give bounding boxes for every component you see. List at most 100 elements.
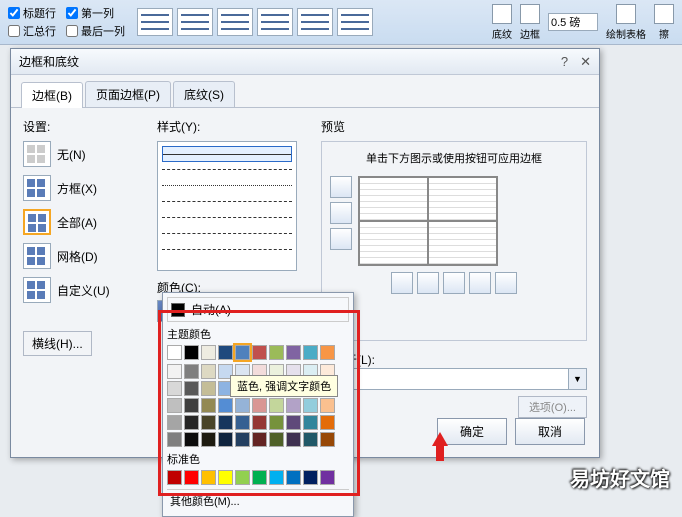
color-swatch[interactable] xyxy=(303,432,318,447)
color-swatch[interactable] xyxy=(252,415,267,430)
setting-box[interactable]: 方框(X) xyxy=(23,175,143,201)
color-swatch[interactable] xyxy=(286,345,301,360)
color-swatch[interactable] xyxy=(201,398,216,413)
style-thumb[interactable] xyxy=(177,8,213,36)
style-thumb[interactable] xyxy=(137,8,173,36)
color-swatch[interactable] xyxy=(252,470,267,485)
color-swatch[interactable] xyxy=(167,345,182,360)
color-swatch[interactable] xyxy=(201,432,216,447)
color-swatch[interactable] xyxy=(184,470,199,485)
style-thumb[interactable] xyxy=(257,8,293,36)
color-swatch[interactable] xyxy=(252,345,267,360)
border-hmiddle-button[interactable] xyxy=(330,202,352,224)
color-swatch[interactable] xyxy=(286,398,301,413)
color-swatch[interactable] xyxy=(201,381,216,396)
border-left-button[interactable] xyxy=(417,272,439,294)
apply-to-select[interactable]: 表格▼ xyxy=(321,368,587,390)
color-swatch[interactable] xyxy=(269,415,284,430)
check-header-row[interactable]: 标题行 xyxy=(8,5,56,21)
color-swatch[interactable] xyxy=(320,415,335,430)
more-colors-option[interactable]: 其他颜色(M)... xyxy=(167,489,349,512)
options-button[interactable]: 选项(O)... xyxy=(518,396,587,418)
pen-weight-input[interactable] xyxy=(548,13,598,31)
check-first-col[interactable]: 第一列 xyxy=(66,5,114,21)
style-thumb[interactable] xyxy=(297,8,333,36)
color-swatch[interactable] xyxy=(303,398,318,413)
check-total-row[interactable]: 汇总行 xyxy=(8,23,56,39)
color-swatch[interactable] xyxy=(320,432,335,447)
color-swatch[interactable] xyxy=(167,381,182,396)
color-swatch[interactable] xyxy=(167,398,182,413)
color-swatch[interactable] xyxy=(303,415,318,430)
border-bottom-button[interactable] xyxy=(330,228,352,250)
color-swatch[interactable] xyxy=(269,470,284,485)
color-swatch[interactable] xyxy=(320,470,335,485)
tab-borders[interactable]: 边框(B) xyxy=(21,82,83,108)
color-swatch[interactable] xyxy=(286,432,301,447)
border-diag1-button[interactable] xyxy=(391,272,413,294)
eraser-button[interactable]: 擦 xyxy=(654,4,674,41)
color-swatch[interactable] xyxy=(184,381,199,396)
draw-table-button[interactable]: 绘制表格 xyxy=(606,4,646,41)
color-swatch[interactable] xyxy=(320,398,335,413)
color-swatch[interactable] xyxy=(235,432,250,447)
color-swatch[interactable] xyxy=(252,398,267,413)
color-swatch[interactable] xyxy=(201,364,216,379)
color-swatch[interactable] xyxy=(167,364,182,379)
borders-button[interactable]: 边框 xyxy=(520,4,540,41)
color-swatch[interactable] xyxy=(184,345,199,360)
setting-none[interactable]: 无(N) xyxy=(23,141,143,167)
color-swatch[interactable] xyxy=(167,415,182,430)
help-icon[interactable]: ? xyxy=(561,54,568,70)
color-swatch[interactable] xyxy=(218,345,233,360)
color-swatch[interactable] xyxy=(167,470,182,485)
color-swatch[interactable] xyxy=(201,415,216,430)
color-swatch[interactable] xyxy=(235,398,250,413)
border-diag2-button[interactable] xyxy=(495,272,517,294)
check-last-col[interactable]: 最后一列 xyxy=(66,23,125,39)
color-swatch[interactable] xyxy=(320,345,335,360)
shading-button[interactable]: 底纹 xyxy=(492,4,512,41)
border-vmiddle-button[interactable] xyxy=(443,272,465,294)
color-swatch[interactable] xyxy=(286,470,301,485)
color-swatch[interactable] xyxy=(286,415,301,430)
color-swatch[interactable] xyxy=(303,345,318,360)
color-swatch[interactable] xyxy=(201,345,216,360)
color-swatch[interactable] xyxy=(201,470,216,485)
color-swatch[interactable] xyxy=(269,398,284,413)
color-swatch[interactable] xyxy=(269,345,284,360)
color-swatch[interactable] xyxy=(218,398,233,413)
style-listbox[interactable] xyxy=(157,141,297,271)
close-icon[interactable]: ✕ xyxy=(580,54,591,70)
setting-grid[interactable]: 网格(D) xyxy=(23,243,143,269)
cancel-button[interactable]: 取消 xyxy=(515,418,585,445)
hline-button[interactable]: 横线(H)... xyxy=(23,331,92,356)
style-thumb[interactable] xyxy=(337,8,373,36)
border-right-button[interactable] xyxy=(469,272,491,294)
color-swatch[interactable] xyxy=(235,470,250,485)
auto-color-option[interactable]: 自动(A) xyxy=(167,297,349,322)
color-swatch[interactable] xyxy=(252,432,267,447)
color-swatch[interactable] xyxy=(235,345,250,360)
color-swatch[interactable] xyxy=(269,432,284,447)
color-swatch[interactable] xyxy=(184,415,199,430)
color-swatch[interactable] xyxy=(167,432,182,447)
color-swatch[interactable] xyxy=(235,415,250,430)
preview-hint: 单击下方图示或使用按钮可应用边框 xyxy=(330,150,578,166)
color-swatch[interactable] xyxy=(184,364,199,379)
tab-page-borders[interactable]: 页面边框(P) xyxy=(85,81,171,107)
border-top-button[interactable] xyxy=(330,176,352,198)
setting-custom[interactable]: 自定义(U) xyxy=(23,277,143,303)
color-swatch[interactable] xyxy=(218,432,233,447)
table-styles-gallery[interactable] xyxy=(137,8,373,36)
color-swatch[interactable] xyxy=(218,470,233,485)
color-swatch[interactable] xyxy=(218,415,233,430)
setting-all[interactable]: 全部(A) xyxy=(23,209,143,235)
tab-shading[interactable]: 底纹(S) xyxy=(173,81,235,107)
preview-table[interactable] xyxy=(358,176,498,266)
color-swatch[interactable] xyxy=(184,398,199,413)
chevron-down-icon[interactable]: ▼ xyxy=(568,369,586,389)
style-thumb[interactable] xyxy=(217,8,253,36)
color-swatch[interactable] xyxy=(184,432,199,447)
color-swatch[interactable] xyxy=(303,470,318,485)
